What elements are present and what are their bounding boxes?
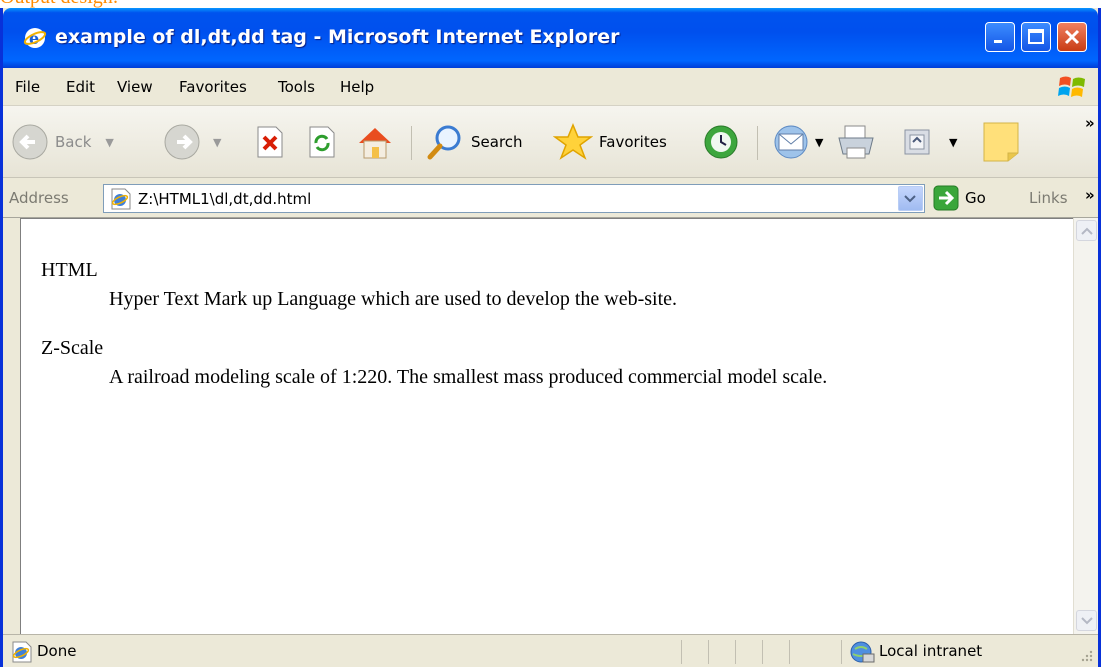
security-zone: Local intranet xyxy=(879,642,983,660)
minimize-icon xyxy=(994,40,1002,43)
favorites-label: Favorites xyxy=(599,133,667,151)
status-divider xyxy=(789,640,790,664)
status-divider xyxy=(841,640,842,664)
forward-dropdown-icon[interactable]: ▼ xyxy=(213,136,221,149)
refresh-icon xyxy=(309,126,335,158)
page-done-icon xyxy=(12,641,32,663)
maximize-icon xyxy=(1028,29,1044,44)
go-label: Go xyxy=(965,189,986,207)
close-button[interactable] xyxy=(1057,22,1087,52)
status-text: Done xyxy=(37,642,77,660)
chevron-down-icon xyxy=(1081,617,1093,625)
address-bar: Address Z:\HTML1\dl,dt,dd.html Go Links … xyxy=(3,178,1098,218)
mail-button[interactable]: ▼ xyxy=(771,106,823,178)
menu-bar: File Edit View Favorites Tools Help xyxy=(3,68,1098,106)
messenger-button[interactable] xyxy=(981,106,1021,178)
mail-dropdown-icon[interactable]: ▼ xyxy=(815,136,823,149)
minimize-button[interactable] xyxy=(985,22,1015,52)
intranet-globe-icon xyxy=(850,641,875,663)
history-button[interactable] xyxy=(701,106,741,178)
title-bar[interactable]: e example of dl,dt,dd tag - Microsoft In… xyxy=(3,8,1098,68)
go-button[interactable]: Go xyxy=(933,185,986,211)
page-icon xyxy=(111,188,131,210)
forward-arrow-icon xyxy=(164,124,200,160)
scroll-down-button[interactable] xyxy=(1076,610,1097,631)
window-title: example of dl,dt,dd tag - Microsoft Inte… xyxy=(55,26,620,48)
status-divider xyxy=(681,640,682,664)
scroll-up-button[interactable] xyxy=(1076,220,1097,241)
search-label: Search xyxy=(471,133,523,151)
back-button[interactable]: Back ▼ xyxy=(11,106,114,178)
definition-term: Z-Scale xyxy=(41,337,104,359)
home-icon xyxy=(359,128,391,159)
mail-icon xyxy=(774,125,808,159)
status-divider xyxy=(708,640,709,664)
maximize-button[interactable] xyxy=(1021,22,1051,52)
search-button[interactable]: Search xyxy=(425,106,523,178)
print-button[interactable] xyxy=(835,106,877,178)
favorites-star-icon xyxy=(553,123,593,160)
back-dropdown-icon[interactable]: ▼ xyxy=(105,136,113,149)
status-bar: Done Local intranet xyxy=(3,634,1098,667)
definition-description: Hyper Text Mark up Language which are us… xyxy=(109,288,678,310)
note-icon xyxy=(983,122,1019,162)
links-label[interactable]: Links xyxy=(1029,189,1068,207)
address-label: Address xyxy=(9,189,69,207)
toolbar-separator xyxy=(757,126,758,160)
close-icon xyxy=(1064,29,1080,45)
page-content: HTML Hyper Text Mark up Language which a… xyxy=(20,218,1073,634)
stop-button[interactable] xyxy=(255,106,285,178)
ie-icon: e xyxy=(23,28,47,48)
print-icon xyxy=(838,125,874,159)
menu-favorites[interactable]: Favorites xyxy=(179,78,247,96)
edit-button[interactable]: ▼ xyxy=(903,106,957,178)
menu-view[interactable]: View xyxy=(117,78,153,96)
search-icon xyxy=(427,125,461,160)
menu-file[interactable]: File xyxy=(15,78,40,96)
favorites-button[interactable]: Favorites xyxy=(553,106,667,178)
toolbar-chevron-icon[interactable]: » xyxy=(1085,114,1095,132)
menu-edit[interactable]: Edit xyxy=(66,78,95,96)
menu-help[interactable]: Help xyxy=(340,78,374,96)
status-divider xyxy=(762,640,763,664)
menu-tools[interactable]: Tools xyxy=(278,78,315,96)
history-icon xyxy=(704,125,738,159)
definition-term: HTML xyxy=(41,259,98,281)
back-arrow-icon xyxy=(12,124,48,160)
status-divider xyxy=(735,640,736,664)
stop-icon xyxy=(257,126,283,158)
resize-grip-icon[interactable] xyxy=(1080,649,1094,663)
forward-button[interactable]: ▼ xyxy=(163,106,221,178)
vertical-scrollbar[interactable] xyxy=(1073,218,1098,634)
go-arrow-icon xyxy=(933,185,959,211)
page-caption: Output design: xyxy=(0,0,1101,8)
browser-window: e example of dl,dt,dd tag - Microsoft In… xyxy=(0,8,1101,667)
address-value: Z:\HTML1\dl,dt,dd.html xyxy=(138,190,312,208)
address-input[interactable]: Z:\HTML1\dl,dt,dd.html xyxy=(103,184,925,213)
links-chevron-icon[interactable]: » xyxy=(1085,186,1095,204)
standard-toolbar: Back ▼ ▼ Search Favorites ▼ ▼ » xyxy=(3,106,1098,178)
edit-page-icon xyxy=(904,129,930,155)
definition-list: HTML Hyper Text Mark up Language which a… xyxy=(41,259,827,415)
back-label: Back xyxy=(55,133,92,151)
refresh-button[interactable] xyxy=(307,106,337,178)
definition-description: A railroad modeling scale of 1:220. The … xyxy=(109,366,828,388)
chevron-down-icon xyxy=(904,195,916,203)
home-button[interactable] xyxy=(355,106,395,178)
chevron-up-icon xyxy=(1081,227,1093,235)
toolbar-separator xyxy=(411,126,412,160)
windows-logo-icon xyxy=(1058,76,1085,97)
edit-dropdown-icon[interactable]: ▼ xyxy=(949,136,957,149)
address-dropdown-button[interactable] xyxy=(898,186,923,211)
